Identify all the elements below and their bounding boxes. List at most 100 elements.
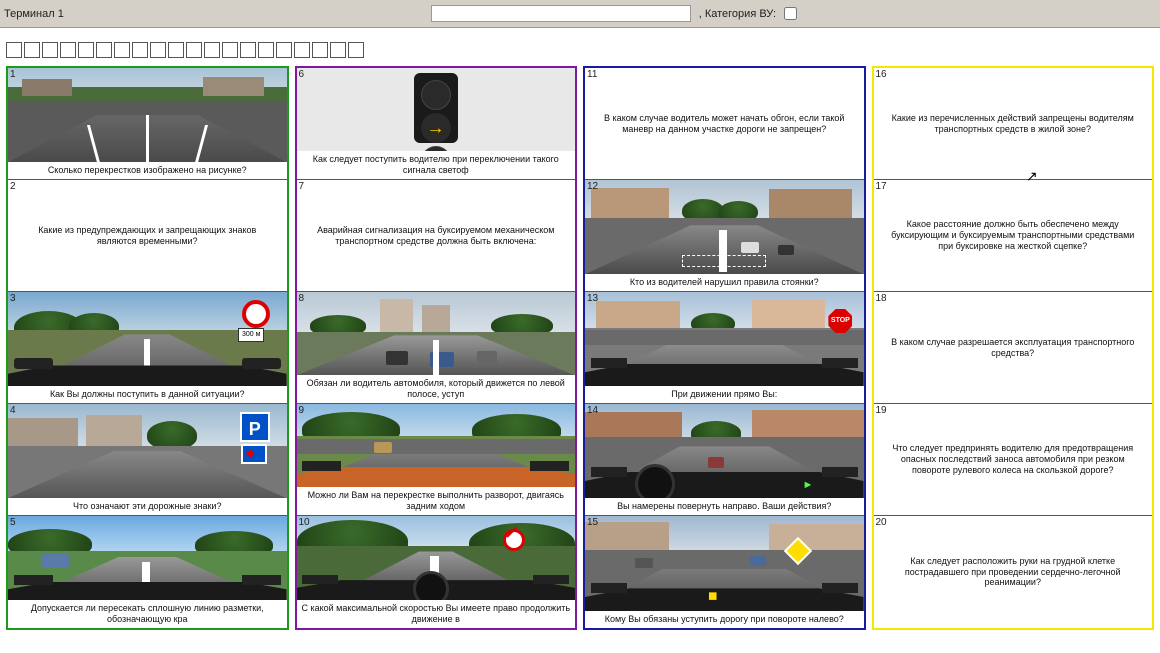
question-card-5[interactable]: 5 Допускается ли пересекать сплошную лин…	[8, 516, 287, 628]
question-card-2[interactable]: 2Какие из предупреждающих и запрещающих …	[8, 180, 287, 292]
question-text: Сколько перекрестков изображено на рисун…	[8, 162, 287, 179]
progress-box-15[interactable]	[258, 42, 274, 58]
progress-box-7[interactable]	[114, 42, 130, 58]
question-number: 11	[587, 69, 597, 80]
question-image: 300 м	[8, 292, 287, 386]
question-grid: 1 Сколько перекрестков изображено на рис…	[0, 66, 1160, 636]
question-number: 2	[10, 181, 16, 192]
question-image	[297, 516, 576, 600]
progress-box-20[interactable]	[348, 42, 364, 58]
question-card-8[interactable]: 8 Обязан ли водитель автомобиля, который…	[297, 292, 576, 404]
question-text: Вы намерены повернуть направо. Ваши дейс…	[585, 498, 864, 515]
question-card-9[interactable]: 9 Можно ли Вам на перекрестке выполнить …	[297, 404, 576, 516]
question-text: С какой максимальной скоростью Вы имеете…	[297, 600, 576, 628]
terminal-label: Терминал 1	[4, 8, 64, 20]
question-image: →	[297, 68, 576, 151]
question-image	[297, 404, 576, 487]
question-image	[8, 68, 287, 162]
progress-box-2[interactable]	[24, 42, 40, 58]
question-number: 9	[299, 405, 305, 416]
question-card-16[interactable]: 16Какие из перечисленных действий запрещ…	[874, 68, 1153, 180]
question-text: Какое расстояние должно быть обеспечено …	[874, 180, 1153, 291]
progress-checkbox-row	[0, 28, 1160, 66]
question-card-20[interactable]: 20Как следует расположить руки на грудно…	[874, 516, 1153, 628]
question-number: 17	[876, 181, 887, 192]
question-text: Обязан ли водитель автомобиля, который д…	[297, 375, 576, 403]
question-text: Какие из предупреждающих и запрещающих з…	[8, 180, 287, 291]
progress-box-13[interactable]	[222, 42, 238, 58]
question-text: В каком случае водитель может начать обг…	[585, 68, 864, 179]
question-card-15[interactable]: 15 ◆ Кому Вы обязаны уступить дорогу при…	[585, 516, 864, 628]
question-number: 3	[10, 293, 16, 304]
progress-box-14[interactable]	[240, 42, 256, 58]
question-card-17[interactable]: 17Какое расстояние должно быть обеспечен…	[874, 180, 1153, 292]
question-card-4[interactable]: 4 P ✱ Что означают эти дорожные знаки?	[8, 404, 287, 516]
progress-box-11[interactable]	[186, 42, 202, 58]
question-image	[297, 292, 576, 375]
question-card-6[interactable]: 6 → Как следует поступить водителю при п…	[297, 68, 576, 180]
question-text: Какие из перечисленных действий запрещен…	[874, 68, 1153, 179]
question-number: 10	[299, 517, 310, 528]
progress-box-9[interactable]	[150, 42, 166, 58]
question-image: ◆	[585, 516, 864, 611]
question-text: В каком случае разрешается эксплуатация …	[874, 292, 1153, 403]
question-image: P ✱	[8, 404, 287, 498]
question-number: 8	[299, 293, 305, 304]
top-bar: Терминал 1 , Категория ВУ:	[0, 0, 1160, 28]
progress-box-16[interactable]	[276, 42, 292, 58]
question-card-18[interactable]: 18В каком случае разрешается эксплуатаци…	[874, 292, 1153, 404]
column-1: 1 Сколько перекрестков изображено на рис…	[6, 66, 289, 630]
question-number: 7	[299, 181, 305, 192]
progress-box-3[interactable]	[42, 42, 58, 58]
question-image: STOP	[585, 292, 864, 386]
question-text: Что следует предпринять водителю для пре…	[874, 404, 1153, 515]
progress-box-18[interactable]	[312, 42, 328, 58]
question-number: 18	[876, 293, 887, 304]
question-number: 14	[587, 405, 598, 416]
column-3: 11В каком случае водитель может начать о…	[583, 66, 866, 630]
question-number: 6	[299, 69, 305, 80]
question-number: 5	[10, 517, 16, 528]
progress-box-4[interactable]	[60, 42, 76, 58]
category-checkbox[interactable]	[784, 7, 797, 20]
progress-box-6[interactable]	[96, 42, 112, 58]
question-number: 19	[876, 405, 887, 416]
progress-box-10[interactable]	[168, 42, 184, 58]
question-number: 16	[876, 69, 887, 80]
question-image	[585, 180, 864, 274]
question-number: 20	[876, 517, 887, 528]
progress-box-1[interactable]	[6, 42, 22, 58]
category-label: , Категория ВУ:	[699, 8, 776, 20]
progress-box-5[interactable]	[78, 42, 94, 58]
question-card-3[interactable]: 3 300 м Как Вы должны поступить в данной…	[8, 292, 287, 404]
question-number: 4	[10, 405, 16, 416]
question-text: При движении прямо Вы:	[585, 386, 864, 403]
progress-box-17[interactable]	[294, 42, 310, 58]
question-text: Что означают эти дорожные знаки?	[8, 498, 287, 515]
question-card-7[interactable]: 7Аварийная сигнализация на буксируемом м…	[297, 180, 576, 292]
progress-box-8[interactable]	[132, 42, 148, 58]
question-card-11[interactable]: 11В каком случае водитель может начать о…	[585, 68, 864, 180]
question-card-13[interactable]: 13 STOP При движении прямо Вы:	[585, 292, 864, 404]
question-card-14[interactable]: 14 ► Вы намерены повернуть направо. Ваши…	[585, 404, 864, 516]
question-card-10[interactable]: 10 С какой максимальной скоростью Вы име…	[297, 516, 576, 628]
question-image: ►	[585, 404, 864, 498]
progress-box-12[interactable]	[204, 42, 220, 58]
question-text: Можно ли Вам на перекрестке выполнить ра…	[297, 487, 576, 515]
question-text: Допускается ли пересекать сплошную линию…	[8, 600, 287, 628]
question-text: Как следует расположить руки на грудной …	[874, 516, 1153, 628]
question-card-19[interactable]: 19Что следует предпринять водителю для п…	[874, 404, 1153, 516]
progress-box-19[interactable]	[330, 42, 346, 58]
column-4: 16Какие из перечисленных действий запрещ…	[872, 66, 1155, 630]
question-image	[8, 516, 287, 600]
question-card-12[interactable]: 12 Кто из водителей нарушил правила стоя…	[585, 180, 864, 292]
question-number: 1	[10, 69, 16, 80]
question-card-1[interactable]: 1 Сколько перекрестков изображено на рис…	[8, 68, 287, 180]
name-field[interactable]	[431, 5, 691, 22]
question-text: Аварийная сигнализация на буксируемом ме…	[297, 180, 576, 291]
question-text: Как Вы должны поступить в данной ситуаци…	[8, 386, 287, 403]
question-number: 13	[587, 293, 598, 304]
question-text: Кому Вы обязаны уступить дорогу при пово…	[585, 611, 864, 628]
column-2: 6 → Как следует поступить водителю при п…	[295, 66, 578, 630]
question-text: Кто из водителей нарушил правила стоянки…	[585, 274, 864, 291]
